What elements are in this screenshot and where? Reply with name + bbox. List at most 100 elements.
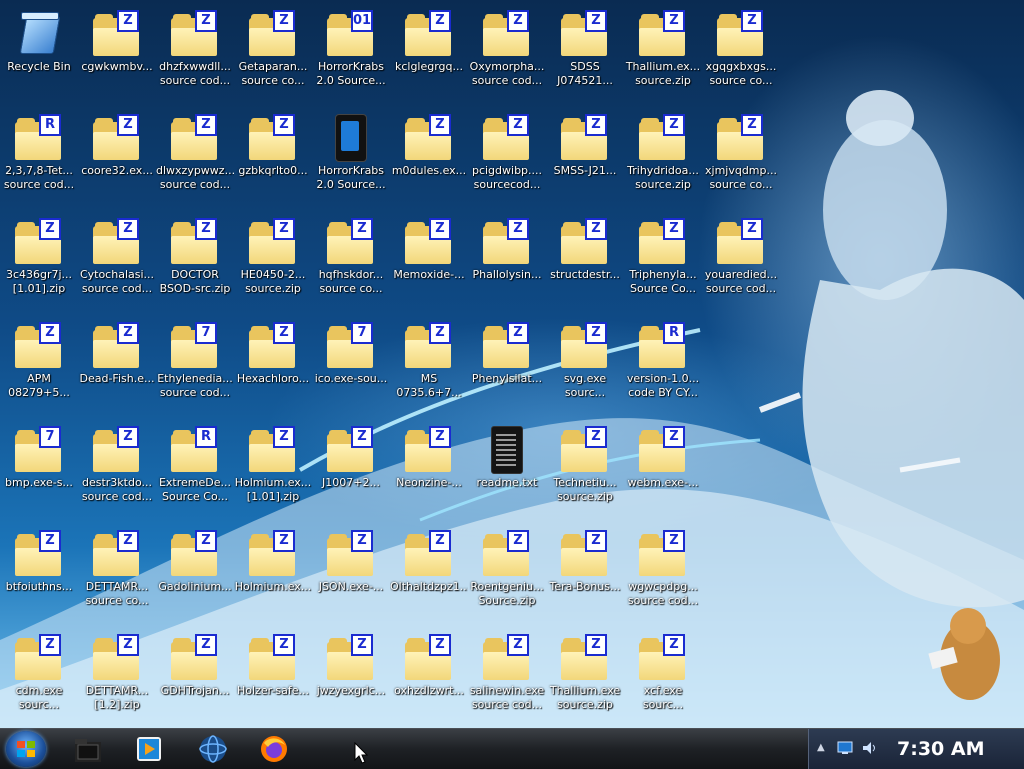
desktop-icon[interactable]: 01 HorrorKrabs 2.0 Source... (312, 6, 390, 106)
desktop-icon[interactable]: Z Phallolysin... (468, 214, 546, 314)
desktop-icon[interactable]: Zgzbkqrlto0... (234, 110, 312, 210)
desktop-icon[interactable]: Z 3c436gr7j... [1.01].zip (0, 214, 78, 314)
desktop-icon-label: destr3ktdo... source cod... (81, 476, 153, 503)
desktop-icon[interactable]: Z Olthaltdzpz1... (390, 526, 468, 626)
desktop-icon-label: DETTAMR... [1.2].zip (85, 684, 149, 711)
volume-icon[interactable] (861, 741, 877, 755)
desktop-icon[interactable]: Recycle Bin (0, 6, 78, 106)
desktop-icon[interactable]: Z Memoxide-... (390, 214, 468, 314)
desktop-icon[interactable]: Zcoore32.ex... (78, 110, 156, 210)
desktop-icon[interactable]: HorrorKrabs 2.0 Source... (312, 110, 390, 210)
desktop-icon[interactable]: readme.txt (468, 422, 546, 522)
desktop-icon[interactable]: Zcgwkwmbv... (78, 6, 156, 106)
desktop-icon[interactable]: Z Holmium.ex... [1.01].zip (234, 422, 312, 522)
desktop-icon[interactable]: Zcdm.exe sourc... (0, 630, 78, 728)
desktop-icon[interactable]: Z Cytochalasi... source cod... (78, 214, 156, 314)
desktop-icon[interactable]: Zxjmjvqdmp... source co... (702, 110, 780, 210)
desktop-icon[interactable]: Zm0dules.ex... (390, 110, 468, 210)
desktop-icon[interactable]: Zyouaredied... source cod... (702, 214, 780, 314)
desktop-icon[interactable]: Z SMSS-J21... (546, 110, 624, 210)
desktop-icon-label: Trihydridoa... source.zip (627, 164, 699, 191)
desktop-icon[interactable]: Z DETTAMR... source co... (78, 526, 156, 626)
desktop-icon[interactable]: Z HE0450-2... source.zip (234, 214, 312, 314)
archive-badge: Z (273, 10, 295, 32)
network-icon[interactable] (837, 741, 853, 755)
desktop-icon[interactable]: Zxgqgxbxgs... source co... (702, 6, 780, 106)
application-icon (327, 114, 375, 162)
firefox-icon[interactable] (258, 733, 290, 765)
desktop-icon[interactable]: Z Triphenyla... Source Co... (624, 214, 702, 314)
archive-badge: Z (585, 426, 607, 448)
desktop-icon[interactable]: Rversion-1.0... code BY CY... (624, 318, 702, 418)
desktop-icon[interactable]: Zwgwcpdpg... source cod... (624, 526, 702, 626)
desktop-icon[interactable]: Zhqfhskdor... source co... (312, 214, 390, 314)
desktop-icon[interactable]: Z JSON.exe-... (312, 526, 390, 626)
archive-badge: Z (273, 634, 295, 656)
archive-badge: Z (429, 322, 451, 344)
desktop-icon-label: DOCTOR BSOD-src.zip (159, 268, 231, 295)
desktop-icon[interactable]: Zdhzfxwwdll... source cod... (156, 6, 234, 106)
clock[interactable]: 7:30 AM (897, 738, 985, 760)
desktop-icon[interactable]: Z Holzer-safe... (234, 630, 312, 728)
desktop-icon[interactable]: Z Holmium.ex... (234, 526, 312, 626)
desktop-icon-label: hqfhskdor... source co... (318, 268, 384, 295)
desktop-icon[interactable]: 7 bmp.exe-s... (0, 422, 78, 522)
desktop-icon[interactable]: Z Thallium.ex... source.zip (624, 6, 702, 106)
desktop-icon[interactable]: Z Trihydridoa... source.zip (624, 110, 702, 210)
desktop-icon[interactable]: Z GDHTrojan... (156, 630, 234, 728)
zip-folder-icon: Z (639, 530, 687, 576)
desktop-icon[interactable]: Z APM 08279+5... (0, 318, 78, 418)
media-player-icon[interactable] (133, 733, 165, 765)
desktop-icon[interactable]: Zpcigdwibp.... sourcecod... (468, 110, 546, 210)
desktop-icon[interactable]: Z Neonzine-... (390, 422, 468, 522)
folder-app-icon[interactable] (72, 733, 104, 765)
desktop-icon[interactable]: Zdlwxzypwwz... source cod... (156, 110, 234, 210)
desktop-icon[interactable]: Zsalinewin.exe source cod... (468, 630, 546, 728)
desktop-icon[interactable]: 7 Ethylenedia... source cod... (156, 318, 234, 418)
desktop-icon-label: coore32.ex... (81, 164, 153, 177)
zip-folder-icon: Z (249, 322, 297, 368)
desktop-icon-label: xgqgxbxgs... source co... (705, 60, 777, 87)
globe-icon[interactable] (197, 733, 229, 765)
zip-folder-icon: Z (327, 530, 375, 576)
desktop-icon[interactable]: R 2,3,7,8-Tet... source cod... (0, 110, 78, 210)
tray-expand-icon[interactable]: ▲ (817, 742, 825, 753)
desktop-icon[interactable]: Z J1007+2... (312, 422, 390, 522)
desktop-icon[interactable]: Z Roentgeniu... Source.zip (468, 526, 546, 626)
desktop-icon[interactable]: Z Dead-Fish.e... (78, 318, 156, 418)
desktop-icon[interactable]: Z Oxymorpha... source cod... (468, 6, 546, 106)
zip-folder-icon: Z (249, 634, 297, 680)
desktop-icon[interactable]: Z Getaparan... source co... (234, 6, 312, 106)
desktop-icon[interactable]: R ExtremeDe... Source Co... (156, 422, 234, 522)
desktop: Recycle Bin Zcgwkwmbv... Zdhzfxwwdll... so… (0, 0, 1024, 728)
desktop-icon[interactable]: Zdestr3ktdo... source cod... (78, 422, 156, 522)
desktop-icon[interactable]: Z Thallium.exe source.zip (546, 630, 624, 728)
desktop-icon[interactable]: Zkclglegrgq... (390, 6, 468, 106)
desktop-icon[interactable]: Z Technetiu... source.zip (546, 422, 624, 522)
desktop-icon[interactable]: Z Phenylsilat... (468, 318, 546, 418)
desktop-icon[interactable]: Zxcf.exe sourc... (624, 630, 702, 728)
desktop-icon[interactable]: Zstructdestr... (546, 214, 624, 314)
archive-badge: Z (39, 218, 61, 240)
desktop-icon[interactable]: Z Tera-Bonus... (546, 526, 624, 626)
desktop-icon[interactable]: 7 ico.exe-sou... (312, 318, 390, 418)
desktop-icon[interactable]: Zoxhzdlzwrt... (390, 630, 468, 728)
desktop-icon[interactable]: Z DETTAMR... [1.2].zip (78, 630, 156, 728)
desktop-icon[interactable]: Z Hexachloro... (234, 318, 312, 418)
desktop-icon[interactable]: Z Gadolinium... (156, 526, 234, 626)
desktop-icon[interactable]: Z SDSS J074521... (546, 6, 624, 106)
desktop-icon-label: Neonzine-... (396, 476, 462, 489)
archive-badge: Z (273, 114, 295, 136)
desktop-icon[interactable]: Zsvg.exe sourc... (546, 318, 624, 418)
desktop-icon[interactable]: Zbtfoiuthns... (0, 526, 78, 626)
desktop-icon[interactable]: Zwebm.exe-... (624, 422, 702, 522)
archive-badge: Z (429, 634, 451, 656)
desktop-icon-label: MS 0735.6+7... (396, 372, 462, 399)
zip-folder-icon: 01 (327, 10, 375, 56)
desktop-icon[interactable]: Zjwzyexgrlc... (312, 630, 390, 728)
desktop-icon-label: jwzyexgrlc... (316, 684, 386, 697)
desktop-icon[interactable]: Z MS 0735.6+7... (390, 318, 468, 418)
desktop-icon[interactable]: Z DOCTOR BSOD-src.zip (156, 214, 234, 314)
start-button[interactable] (6, 731, 46, 767)
zip-folder-icon: Z (405, 322, 453, 368)
